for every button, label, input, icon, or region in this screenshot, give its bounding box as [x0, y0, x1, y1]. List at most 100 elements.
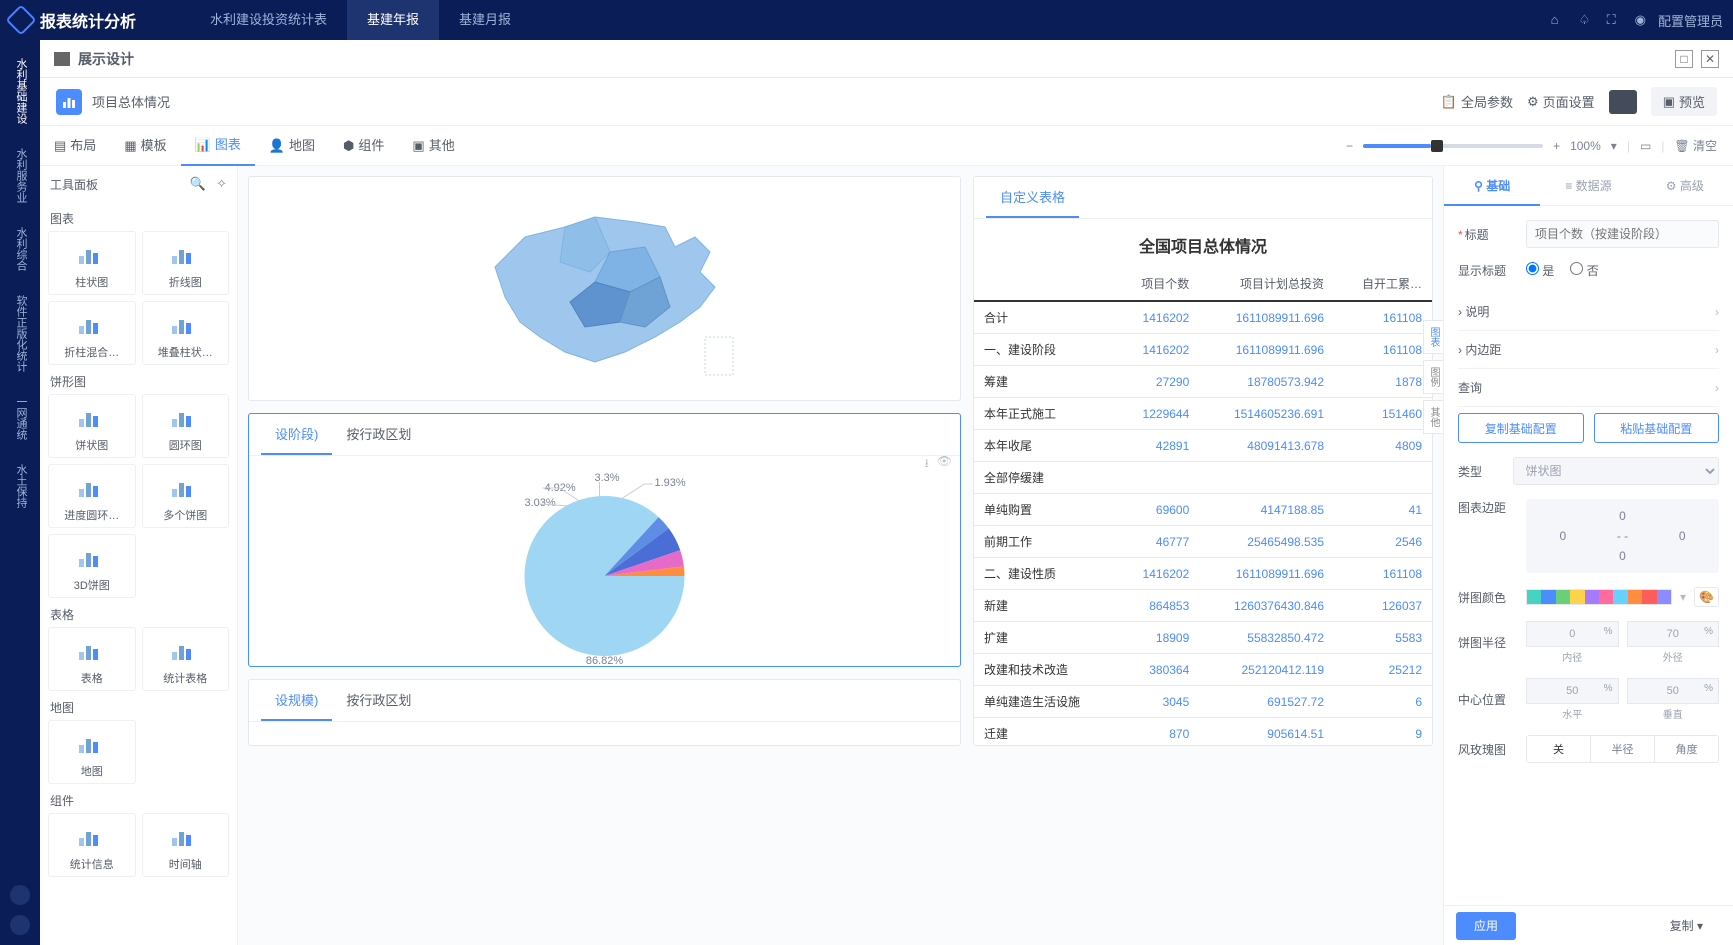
project-label: 项目总体情况 — [92, 92, 170, 111]
window-title: 展示设计 — [78, 49, 134, 69]
pin-icon[interactable]: ✧ — [216, 176, 227, 192]
mini-tab-legend[interactable]: 图例 — [1423, 360, 1443, 394]
radio-yes[interactable]: 是 — [1526, 262, 1554, 279]
zoom-minus-icon[interactable]: − — [1346, 139, 1353, 153]
table-row: 本年收尾4289148091413.6784809 — [974, 430, 1432, 462]
close-icon[interactable]: ✕ — [1701, 50, 1719, 68]
home-icon[interactable]: ⌂ — [1551, 12, 1567, 28]
preview-button[interactable]: ▣ 预览 — [1651, 87, 1717, 116]
type-label: 类型 — [1458, 463, 1505, 480]
radio-no[interactable]: 否 — [1570, 262, 1598, 279]
palette-item[interactable]: 柱状图 — [48, 231, 136, 295]
toolbar-tab-component[interactable]: ⬢ 组件 — [329, 126, 398, 166]
palette-item[interactable]: 时间轴 — [142, 813, 230, 877]
mini-tab-chart[interactable]: 图表 — [1423, 320, 1443, 354]
palette-item[interactable]: 表格 — [48, 627, 136, 691]
copy-config-button[interactable]: 复制基础配置 — [1458, 413, 1584, 443]
side-nav-2[interactable]: 水利综合 — [13, 215, 27, 283]
main: 展示设计 □ ✕ 项目总体情况 📋 全局参数 ⚙ 页面设置 ▣ 预览 ▤ 布局 … — [40, 40, 1733, 945]
palette-item[interactable]: 堆叠柱状… — [142, 301, 230, 365]
palette-thumb-icon — [53, 401, 131, 435]
rp-tab-advanced[interactable]: ⚙ 高级 — [1637, 166, 1733, 206]
fit-icon[interactable]: ▭ — [1640, 139, 1651, 153]
palette-item[interactable]: 统计表格 — [142, 627, 230, 691]
title-field-label: 标题 — [1458, 226, 1518, 243]
zoom-plus-icon[interactable]: + — [1553, 139, 1560, 153]
chevron-down-icon[interactable]: ▾ — [1611, 139, 1617, 153]
btm-tab-1[interactable]: 按行政区划 — [332, 680, 425, 721]
palette-item-name: 地图 — [53, 763, 131, 779]
side-nav-1[interactable]: 水利服务业 — [13, 136, 27, 215]
side-nav-3[interactable]: 软件正版化统计 — [13, 283, 27, 384]
palette-item[interactable]: 折线图 — [142, 231, 230, 295]
top-tab-2[interactable]: 基建月报 — [439, 0, 531, 40]
global-params-button[interactable]: 📋 全局参数 — [1441, 92, 1513, 111]
pie-tab-1[interactable]: 按行政区划 — [332, 414, 425, 455]
palette-item[interactable]: 多个饼图 — [142, 464, 230, 528]
user-icon[interactable]: ◉ — [1635, 12, 1646, 28]
toolbar-tab-template[interactable]: ▦ 模板 — [110, 126, 180, 166]
padding-collapse[interactable]: › 内边距› — [1458, 331, 1719, 369]
side-nav-5[interactable]: 水土保持 — [13, 452, 27, 520]
palette-item[interactable]: 统计信息 — [48, 813, 136, 877]
search-icon[interactable]: 🔍 — [190, 176, 206, 192]
table-tab[interactable]: 自定义表格 — [986, 177, 1079, 218]
copy-button[interactable]: 复制 ▾ — [1652, 912, 1721, 940]
help-icon[interactable] — [10, 885, 30, 905]
toolbar-tab-chart[interactable]: 📊 图表 — [181, 126, 255, 166]
table-row: 迁建870905614.519 — [974, 718, 1432, 746]
pie-color-strip[interactable] — [1526, 589, 1672, 605]
chevron-down-icon[interactable]: ▾ — [1680, 590, 1686, 604]
paste-config-button[interactable]: 粘贴基础配置 — [1594, 413, 1720, 443]
toolbar-tab-other[interactable]: ▣ 其他 — [398, 126, 468, 166]
palette-item[interactable]: 饼状图 — [48, 394, 136, 458]
layout-toggle-button[interactable] — [1609, 90, 1637, 114]
btm-tab-0[interactable]: 设规模) — [261, 680, 332, 721]
logo-icon — [5, 4, 36, 35]
zoom-value[interactable]: 100% — [1570, 139, 1601, 153]
side-nav-4[interactable]: 一网通统 — [13, 384, 27, 452]
top-right: ⌂ ♤ ⛶ ◉ 配置管理员 — [1551, 11, 1723, 30]
bottom-card[interactable]: 设规模) 按行政区划 — [248, 679, 961, 746]
palette-item[interactable]: 折柱混合… — [48, 301, 136, 365]
body: 工具面板 🔍 ✧ 图表柱状图折线图折柱混合…堆叠柱状…饼形图饼状图圆环图进度圆环… — [40, 166, 1733, 945]
side-nav-0[interactable]: 水利基础建设 — [13, 46, 27, 136]
palette-group-title: 表格 — [48, 598, 229, 627]
type-select[interactable]: 饼状图 — [1513, 457, 1719, 485]
palette-item[interactable]: 进度圆环… — [48, 464, 136, 528]
mini-tab-other[interactable]: 其他 — [1423, 400, 1443, 434]
bell-icon[interactable]: ♤ — [1579, 12, 1595, 28]
pie-card[interactable]: 设阶段) 按行政区划 ⭳ 👁 86.82%3.03%4.92%3.3%1.93% — [248, 413, 961, 667]
query-collapse[interactable]: 查询› — [1458, 369, 1719, 407]
toolbar-tab-layout[interactable]: ▤ 布局 — [40, 126, 110, 166]
apply-button[interactable]: 应用 — [1456, 912, 1516, 940]
palette-icon[interactable]: 🎨 — [1694, 587, 1719, 607]
pie-tab-0[interactable]: 设阶段) — [261, 414, 332, 455]
rp-tab-basic[interactable]: ⚲ 基础 — [1444, 166, 1540, 206]
clear-button[interactable]: 🗑 清空 — [1674, 137, 1717, 154]
download-icon[interactable]: ⭳ — [925, 454, 929, 475]
table-row: 扩建1890955832850.4725583 — [974, 622, 1432, 654]
maximize-icon[interactable]: □ — [1675, 50, 1693, 68]
title-input[interactable] — [1526, 220, 1719, 248]
top-tab-0[interactable]: 水利建设投资统计表 — [190, 0, 347, 40]
palette-item[interactable]: 圆环图 — [142, 394, 230, 458]
page-settings-button[interactable]: ⚙ 页面设置 — [1527, 92, 1595, 111]
toolbar-tab-map[interactable]: 👤 地图 — [255, 126, 329, 166]
table-card[interactable]: 自定义表格 全国项目总体情况 项目个数项目计划总投资自开工累…合计1416202… — [973, 176, 1433, 746]
desc-collapse[interactable]: › 说明› — [1458, 293, 1719, 331]
eye-icon[interactable]: 👁 — [937, 454, 952, 475]
zoom-slider[interactable] — [1363, 144, 1543, 148]
collapse-icon[interactable] — [10, 915, 30, 935]
map-card[interactable] — [248, 176, 961, 401]
rp-tab-datasource[interactable]: ≡ 数据源 — [1540, 166, 1636, 206]
table-row: 单纯购置696004147188.8541 — [974, 494, 1432, 526]
palette-item[interactable]: 3D饼图 — [48, 534, 136, 598]
top-tab-1[interactable]: 基建年报 — [347, 0, 439, 40]
window-title-bar: 展示设计 □ ✕ — [40, 40, 1733, 78]
user-label[interactable]: 配置管理员 — [1658, 11, 1723, 30]
palette-item[interactable]: 地图 — [48, 720, 136, 784]
rose-segmented[interactable]: 关 半径 角度 — [1526, 735, 1719, 763]
chart-margin-box[interactable]: 0 0- -0 0 — [1526, 499, 1719, 573]
fullscreen-icon[interactable]: ⛶ — [1607, 12, 1623, 28]
